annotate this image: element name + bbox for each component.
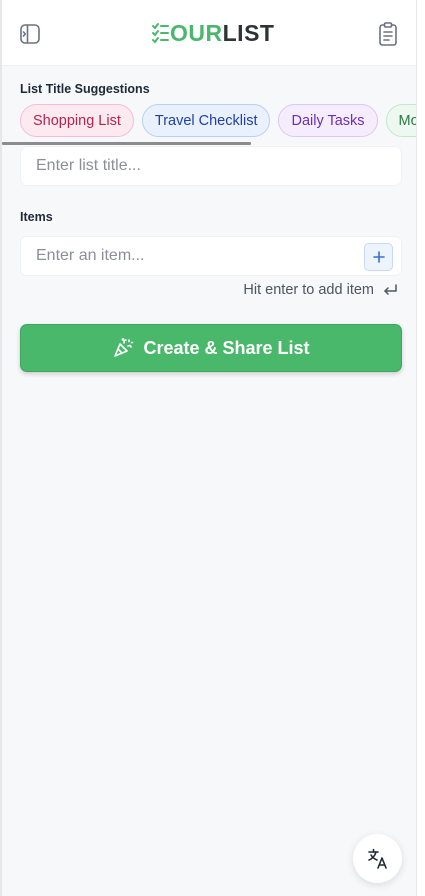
chip-shopping-list[interactable]: Shopping List bbox=[20, 104, 134, 137]
suggestion-chips: Shopping List Travel Checklist Daily Tas… bbox=[20, 104, 416, 137]
chip-daily-tasks[interactable]: Daily Tasks bbox=[278, 104, 378, 137]
return-icon bbox=[384, 284, 397, 295]
list-title-input[interactable] bbox=[21, 147, 401, 185]
app-logo: OUR LIST bbox=[150, 18, 274, 48]
hint-text: Hit enter to add item bbox=[243, 282, 374, 298]
add-item-button[interactable] bbox=[364, 243, 393, 271]
checklist-logo-icon bbox=[152, 23, 169, 44]
plus-icon bbox=[372, 251, 385, 263]
suggestions-label: List Title Suggestions bbox=[20, 82, 150, 96]
saved-lists-button[interactable] bbox=[376, 21, 400, 47]
app-header: OUR LIST bbox=[2, 0, 416, 66]
app-frame: OUR LIST List Title Suggestions Shopping… bbox=[0, 0, 417, 896]
logo-text-our: OUR bbox=[170, 19, 223, 46]
party-popper-icon bbox=[114, 338, 134, 357]
chip-more[interactable]: Mo bbox=[385, 104, 416, 137]
item-input[interactable] bbox=[21, 237, 401, 275]
logo-text-list: LIST bbox=[222, 19, 275, 46]
items-label: Items bbox=[20, 210, 53, 224]
chips-scrollbar[interactable] bbox=[2, 142, 251, 145]
translate-button[interactable] bbox=[353, 834, 402, 883]
chip-travel-checklist[interactable]: Travel Checklist bbox=[141, 104, 271, 137]
clipboard-icon bbox=[379, 22, 397, 46]
add-item-hint: Hit enter to add item bbox=[243, 282, 398, 298]
create-share-label: Create & Share List bbox=[143, 337, 310, 358]
sidebar-toggle-button[interactable] bbox=[18, 22, 42, 46]
item-field bbox=[20, 236, 402, 276]
translate-icon bbox=[367, 848, 387, 869]
list-title-field bbox=[20, 146, 402, 186]
sidebar-toggle-icon bbox=[20, 24, 40, 44]
create-share-button[interactable]: Create & Share List bbox=[20, 324, 402, 372]
